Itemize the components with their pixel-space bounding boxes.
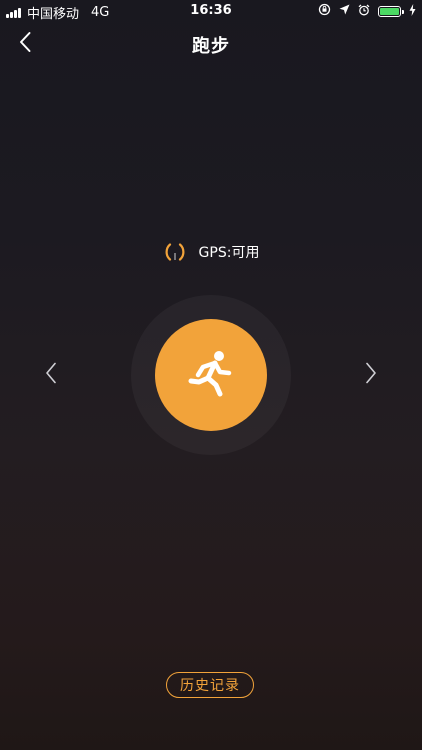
alarm-icon [358, 4, 370, 20]
location-arrow-icon [339, 4, 350, 19]
gps-status: GPS:可用 [0, 242, 422, 262]
running-person-icon [186, 348, 236, 402]
next-mode-button[interactable] [359, 362, 383, 388]
history-button[interactable]: 历史记录 [166, 672, 254, 698]
charging-icon [409, 3, 416, 20]
status-bar: 中国移动 4G 16:36 [0, 0, 422, 22]
chevron-right-icon [365, 362, 377, 388]
status-right [318, 3, 416, 20]
start-running-button[interactable] [155, 319, 267, 431]
page-title: 跑步 [192, 36, 230, 57]
previous-mode-button[interactable] [39, 362, 63, 388]
chevron-left-icon [45, 362, 57, 388]
gps-label: GPS:可用 [198, 245, 260, 261]
battery-icon [378, 6, 404, 17]
orientation-lock-icon [318, 3, 331, 20]
navigation-bar: 跑步 [0, 22, 422, 66]
battery-level [380, 8, 399, 15]
gps-signal-icon [163, 242, 187, 262]
